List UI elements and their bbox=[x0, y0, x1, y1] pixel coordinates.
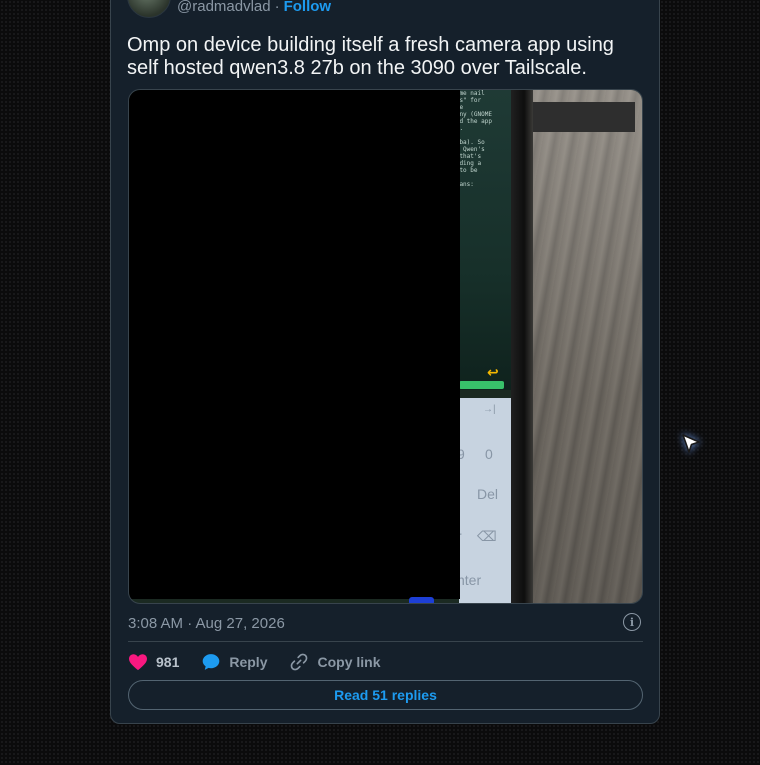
return-arrow-icon: ↩ bbox=[487, 364, 499, 380]
key-del: Del bbox=[477, 486, 499, 502]
heart-icon bbox=[129, 654, 147, 671]
copy-link-label: Copy link bbox=[317, 654, 381, 670]
tweet-timestamp[interactable]: 3:08 AM · Aug 27, 2026 bbox=[128, 615, 285, 632]
speech-bubble-icon bbox=[203, 654, 220, 670]
copy-link-button[interactable]: Copy link bbox=[289, 652, 381, 672]
separator-dot: · bbox=[274, 0, 280, 15]
tweet-actions: 981 Reply Copy link bbox=[128, 650, 403, 674]
read-replies-button[interactable]: Read 51 replies bbox=[128, 680, 643, 710]
tweet-author: @radmadvlad · Follow bbox=[127, 0, 331, 21]
like-button[interactable]: 981 bbox=[128, 653, 179, 671]
like-count: 981 bbox=[156, 654, 180, 670]
backspace-icon: ⌫ bbox=[477, 528, 497, 544]
blue-highlight bbox=[409, 597, 434, 603]
progress-bar bbox=[459, 381, 504, 389]
key-tab: →| bbox=[483, 404, 496, 415]
reply-button[interactable]: Reply bbox=[201, 652, 267, 672]
reply-label: Reply bbox=[229, 654, 268, 670]
phone-edge bbox=[511, 90, 533, 603]
avatar[interactable] bbox=[127, 0, 171, 18]
tweet-text: Omp on device building itself a fresh ca… bbox=[127, 34, 614, 79]
info-icon[interactable]: i bbox=[623, 613, 641, 631]
redaction-box bbox=[533, 102, 635, 132]
key-0: 0 bbox=[485, 446, 493, 462]
link-icon bbox=[291, 653, 308, 671]
follow-button[interactable]: Follow bbox=[284, 0, 332, 15]
tweet-card: @radmadvlad · Follow Omp on device build… bbox=[110, 0, 660, 724]
mouse-pointer-icon bbox=[682, 434, 700, 453]
tweet-media[interactable]: let me nail tures" for phone iphany (GNO… bbox=[128, 89, 643, 604]
author-handle[interactable]: @radmadvlad bbox=[177, 0, 271, 15]
redaction-block bbox=[129, 90, 460, 599]
onscreen-keyboard: →| 9 0 Del r ⌫ nter bbox=[457, 398, 511, 603]
divider bbox=[128, 641, 643, 642]
table-shade bbox=[533, 90, 642, 603]
key-enter: nter bbox=[457, 572, 482, 588]
